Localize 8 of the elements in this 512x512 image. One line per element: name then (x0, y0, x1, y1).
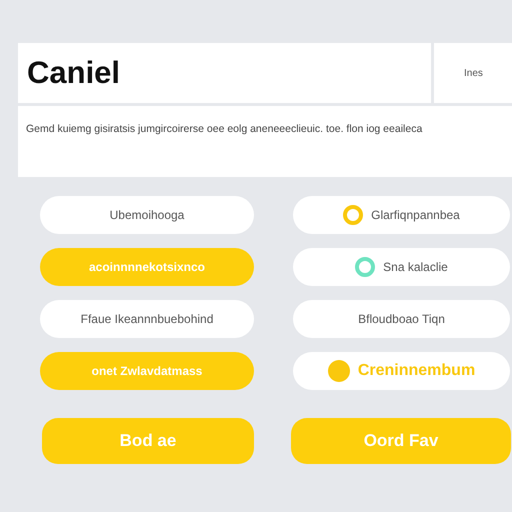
option-button[interactable]: Glarfiqnpannbea (293, 196, 510, 234)
option-button[interactable]: Ffaue Ikeannnbuebohind (40, 300, 254, 338)
option-button[interactable]: Ubemoihooga (40, 196, 254, 234)
description: Gemd kuiemg gisiratsis jumgircoirerse oee eolg aneneeeclieuic. toe. flon iog eeaileca (26, 122, 424, 137)
option-button[interactable]: Sna kalaclie (293, 248, 510, 286)
option-button[interactable]: Bfloudboao Tiqn (293, 300, 510, 338)
side-label: Ines (464, 68, 483, 78)
app-title: Caniel (27, 55, 120, 91)
